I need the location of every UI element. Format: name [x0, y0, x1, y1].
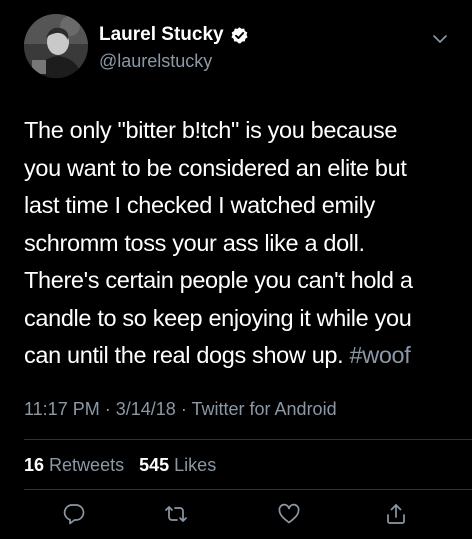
reply-icon [63, 504, 85, 525]
retweet-icon [165, 506, 187, 522]
like-button[interactable] [275, 500, 303, 528]
avatar[interactable] [24, 14, 88, 78]
tweet-text-line: There's certain people you can't hold a [24, 267, 413, 293]
meta-separator: · [180, 399, 187, 419]
tweet-text-line-last: can until the real dogs show up. #woof [24, 337, 454, 375]
tweet-date: 3/14/18 [115, 399, 176, 419]
tweet-source[interactable]: Twitter for Android [192, 399, 337, 419]
likes-count: 545 [139, 455, 170, 475]
likes-stat[interactable]: 545 Likes [139, 455, 216, 475]
tweet-metadata: 11:17 PM · 3/14/18 · Twitter for Android [24, 398, 337, 420]
author-handle[interactable]: @laurelstucky [99, 50, 212, 72]
tweet-text-line: you want to be considered an elite but [24, 154, 407, 181]
share-icon [387, 504, 405, 524]
tweet-time: 11:17 PM [24, 399, 100, 419]
tweet-card: Laurel Stucky @laurelstucky The only "bi… [0, 0, 472, 539]
tweet-text-line: schromm toss your ass like a doll. [24, 229, 365, 256]
profile-photo [24, 14, 88, 78]
divider [24, 439, 472, 440]
retweet-button[interactable] [162, 500, 190, 528]
action-bar [0, 500, 472, 532]
tweet-text-line: last time I checked I watched emily [24, 192, 375, 218]
chevron-down-icon[interactable] [431, 32, 449, 44]
author-display-name[interactable]: Laurel Stucky [99, 24, 224, 46]
divider [24, 489, 472, 490]
tweet-stats: 16 Retweets 545 Likes [24, 454, 216, 476]
hashtag-link[interactable]: #woof [350, 342, 411, 368]
meta-separator: · [104, 399, 111, 419]
tweet-text-line: can until the real dogs show up. [24, 342, 350, 368]
author-name-row[interactable]: Laurel Stucky [99, 24, 249, 46]
retweets-count: 16 [24, 455, 45, 475]
tweet-text-line: The only "bitter b!tch" is you because [24, 117, 398, 143]
reply-button[interactable] [60, 500, 88, 528]
likes-label: Likes [174, 455, 217, 475]
tweet-text-line: candle to so keep enjoying it while you [24, 304, 412, 331]
heart-icon [278, 503, 300, 524]
retweets-stat[interactable]: 16 Retweets [24, 455, 124, 475]
retweets-label: Retweets [49, 455, 125, 475]
verified-badge-icon [230, 26, 249, 45]
tweet-text: The only "bitter b!tch" is you because y… [24, 112, 454, 375]
share-button[interactable] [382, 500, 410, 528]
